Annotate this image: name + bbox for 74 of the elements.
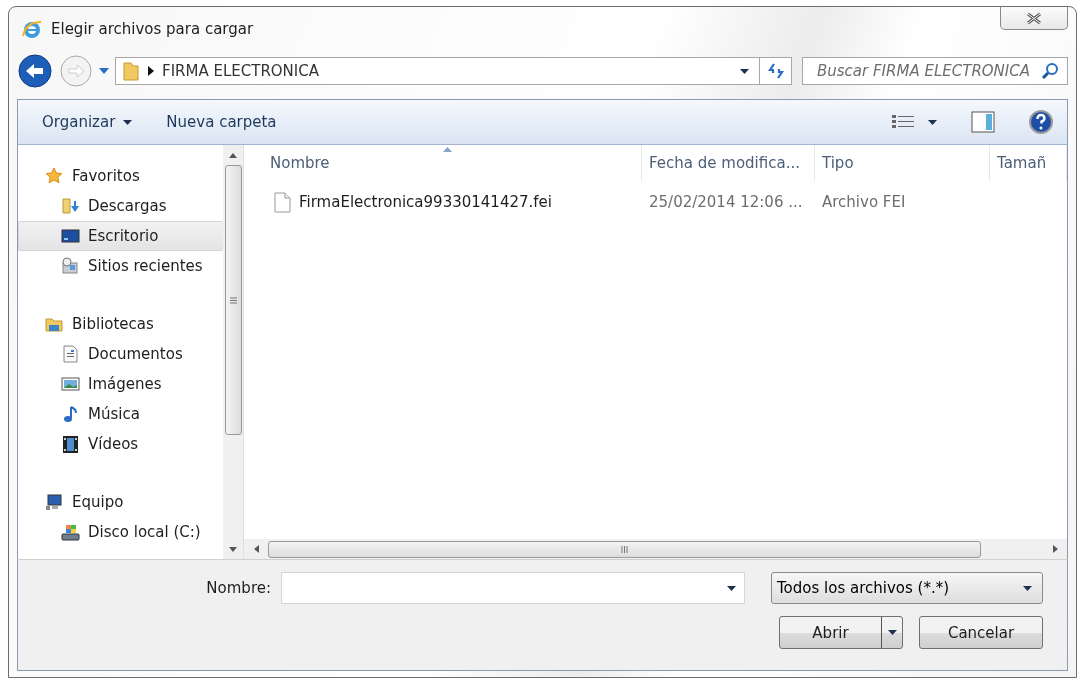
sidebar-item[interactable]: Descargas [18,191,223,221]
folder-icon [122,60,140,82]
preview-pane-button[interactable] [971,111,995,133]
history-dropdown[interactable] [99,68,109,74]
file-name[interactable]: FirmaElectronica99330141427.fei [299,193,552,211]
sidebar-item[interactable]: Música [18,399,223,429]
preview-pane-icon [971,111,995,133]
vertical-scrollbar[interactable] [223,145,244,559]
computer-icon [45,492,64,512]
column-header[interactable]: Fecha de modifica... [642,145,815,181]
organize-menu-button[interactable]: Organizar [42,109,133,135]
image-icon [61,374,80,394]
folder-path: FIRMA ELECTRONICA [162,62,320,80]
file-type-dropdown[interactable]: Todos los archivos (*.*) [771,572,1043,604]
browser-logo-icon [21,18,43,40]
file-name-field[interactable] [281,572,745,604]
horizontal-scrollbar[interactable] [244,539,1067,559]
drive-icon [61,522,80,542]
file-name-label: Nombre: [206,579,271,597]
scroll-thumb[interactable] [224,165,242,435]
column-header[interactable]: Tipo [815,145,990,181]
file-icon [274,191,291,213]
list-view-icon [892,114,914,130]
new-folder-button[interactable]: Nueva carpeta [166,109,277,135]
caret-icon [123,119,133,125]
grip-icon [229,296,237,304]
caret-icon [928,119,937,125]
refresh-button[interactable] [760,57,792,85]
sidebar-group[interactable]: Favoritos [18,161,223,191]
window-title: Elegir archivos para cargar [51,20,254,38]
star-icon [45,166,64,186]
help-button[interactable] [1029,110,1053,134]
scroll-up-icon [229,152,237,158]
caret-icon [1023,585,1032,591]
caret-icon [727,585,736,591]
sidebar-item[interactable]: Disco local (C:) [18,517,223,547]
column-header[interactable]: Nombre [244,145,642,181]
sidebar-item[interactable]: Sitios recientes [18,251,223,281]
film-icon [61,434,80,454]
view-options-button[interactable] [892,114,937,130]
scroll-down-icon [229,546,237,552]
close-button[interactable] [1000,7,1068,30]
music-note-icon [61,404,80,424]
search-icon [1041,62,1059,80]
sidebar-group[interactable]: Equipo [18,487,223,517]
download-folder-icon [61,196,80,216]
scroll-right-icon [1052,545,1058,553]
sidebar-item[interactable]: Imágenes [18,369,223,399]
sidebar-group[interactable]: Bibliotecas [18,309,223,339]
close-icon [1025,11,1043,25]
table-cell-text: Archivo FEI [821,193,907,211]
document-icon [61,344,80,364]
caret-icon [740,68,749,74]
back-button[interactable] [17,53,53,89]
cancel-button[interactable]: Cancelar [919,616,1043,649]
search-field[interactable]: Buscar FIRMA ELECTRONICA [802,57,1068,85]
scroll-left-icon [253,545,259,553]
recent-places-icon [61,256,80,276]
caret-icon [99,68,109,74]
caret-icon [887,630,897,635]
scroll-thumb[interactable] [268,540,981,558]
table-cell-text: 25/02/2014 12:06 ... [648,193,804,211]
help-icon [1029,110,1053,134]
open-button[interactable]: Abrir [779,616,903,649]
sidebar-item[interactable]: Vídeos [18,429,223,459]
chevron-right-icon [148,66,154,76]
column-header[interactable]: Tamañ [990,145,1067,181]
refresh-icon [766,63,785,79]
sort-arrow-icon [442,147,452,152]
sidebar-item[interactable]: Documentos [18,339,223,369]
grip-icon [621,545,628,553]
sidebar-item[interactable]: Escritorio [18,221,223,251]
address-bar[interactable]: FIRMA ELECTRONICA [115,57,760,85]
desktop-icon [61,226,80,246]
